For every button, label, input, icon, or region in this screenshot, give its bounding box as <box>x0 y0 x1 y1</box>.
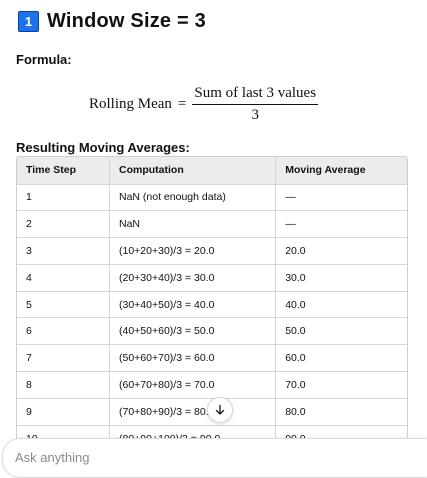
results-label: Resulting Moving Averages: <box>16 140 190 155</box>
time-step-cell: 2 <box>17 210 110 239</box>
chat-composer <box>2 438 427 478</box>
table-row: 4 (20+30+40)/3 = 30.0 30.0 <box>17 264 407 292</box>
table-header-row: Time Step Computation Moving Average <box>17 157 407 185</box>
time-step-cell: 3 <box>17 237 110 265</box>
time-step-cell: 8 <box>17 371 110 399</box>
formula-numerator: Sum of last 3 values <box>192 85 319 105</box>
moving-average-cell: 40.0 <box>275 291 407 319</box>
computation-cell: NaN <box>109 210 277 239</box>
moving-average-cell: — <box>275 184 407 212</box>
moving-average-cell: 80.0 <box>275 398 407 426</box>
computation-cell: (30+40+50)/3 = 40.0 <box>109 291 277 319</box>
computation-cell: (10+20+30)/3 = 20.0 <box>109 237 277 265</box>
message-input[interactable] <box>15 450 315 465</box>
time-step-cell: 5 <box>17 291 110 319</box>
formula-lhs: Rolling Mean <box>89 96 172 112</box>
time-step-cell: 7 <box>17 344 110 373</box>
scroll-to-bottom-button[interactable] <box>207 397 233 423</box>
formula-display: Rolling Mean = Sum of last 3 values 3 <box>89 85 411 124</box>
table-row: 2 NaN — <box>17 210 407 239</box>
time-step-cell: 1 <box>17 184 110 212</box>
time-step-cell: 9 <box>17 398 110 426</box>
table-row: 8 (60+70+80)/3 = 70.0 70.0 <box>17 371 407 399</box>
moving-average-cell: 50.0 <box>275 317 407 346</box>
formula-fraction: Sum of last 3 values 3 <box>192 85 319 124</box>
column-header-computation: Computation <box>109 157 277 185</box>
time-step-cell: 6 <box>17 317 110 346</box>
computation-cell: (20+30+40)/3 = 30.0 <box>109 264 277 292</box>
moving-average-cell: 30.0 <box>275 264 407 292</box>
arrow-down-icon <box>215 404 225 415</box>
computation-cell: (60+70+80)/3 = 70.0 <box>109 371 277 399</box>
table-row: 5 (30+40+50)/3 = 40.0 40.0 <box>17 291 407 319</box>
moving-average-cell: 60.0 <box>275 344 407 373</box>
column-header-time-step: Time Step <box>17 157 110 185</box>
formula-label: Formula: <box>16 52 72 67</box>
section-heading: 1 Window Size = 3 <box>16 10 411 32</box>
moving-average-cell: 70.0 <box>275 371 407 399</box>
table-row: 6 (40+50+60)/3 = 50.0 50.0 <box>17 317 407 346</box>
computation-cell: (50+60+70)/3 = 60.0 <box>109 344 277 373</box>
column-header-moving-average: Moving Average <box>275 157 407 185</box>
computation-cell: (40+50+60)/3 = 50.0 <box>109 317 277 346</box>
formula-equals: = <box>177 96 187 112</box>
table-row: 1 NaN (not enough data) — <box>17 184 407 212</box>
section-title: Window Size = 3 <box>47 9 206 32</box>
table-row: 3 (10+20+30)/3 = 20.0 20.0 <box>17 237 407 265</box>
computation-cell: NaN (not enough data) <box>109 184 277 212</box>
number-badge: 1 <box>18 10 39 32</box>
table-row: 7 (50+60+70)/3 = 60.0 60.0 <box>17 344 407 373</box>
computation-cell: (70+80+90)/3 = 80.0 <box>109 398 277 426</box>
formula-denominator: 3 <box>251 107 259 123</box>
moving-average-cell: — <box>275 210 407 239</box>
time-step-cell: 4 <box>17 264 110 292</box>
moving-average-cell: 20.0 <box>275 237 407 265</box>
